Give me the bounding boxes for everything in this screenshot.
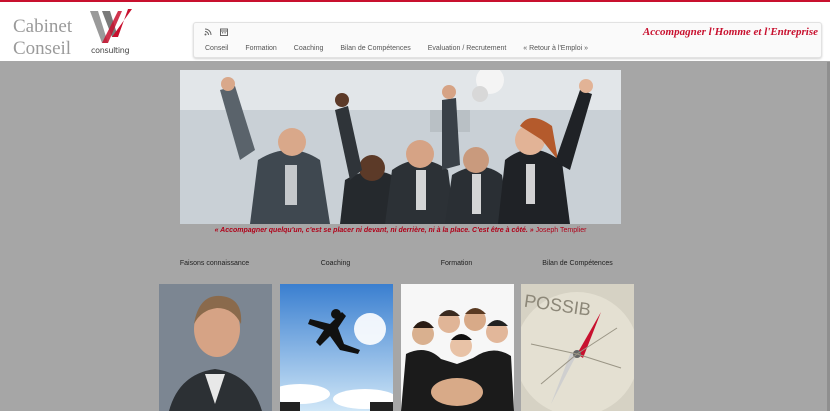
feed-icons (204, 28, 234, 38)
tile-title-formation[interactable]: Formation (400, 260, 513, 267)
hero-quote: « Accompagner quelqu'un, c'est se placer… (180, 227, 621, 234)
logo-wordmark: consulting (91, 46, 130, 55)
quote-author: Joseph Templier (535, 227, 587, 234)
menu-item-conseil[interactable]: Conseil (205, 45, 228, 52)
tile-image-bilan[interactable]: POSSIB (521, 284, 634, 411)
rss-icon[interactable] (204, 28, 214, 38)
main-menu: Conseil Formation Coaching Bilan de Comp… (205, 45, 603, 52)
calendar-icon[interactable] (220, 28, 229, 38)
hero-image (180, 70, 621, 224)
tile-image-portrait[interactable] (159, 284, 272, 411)
tile-image-coaching[interactable] (280, 284, 393, 411)
brand-name[interactable]: Cabinet Conseil (13, 16, 72, 60)
menu-item-retour-emploi[interactable]: « Retour à l'Emploi » (523, 45, 588, 52)
menu-item-formation[interactable]: Formation (245, 45, 277, 52)
tile-title-faisons-connaissance[interactable]: Faisons connaissance (158, 260, 271, 267)
brand-line-1: Cabinet (13, 16, 73, 37)
site-tagline: Accompagner l'Homme et l'Entreprise (642, 26, 818, 38)
menu-item-bilan[interactable]: Bilan de Compétences (340, 45, 410, 52)
tile-image-formation[interactable] (401, 284, 514, 411)
brand-line-2: Conseil (13, 38, 72, 59)
tile-title-bilan[interactable]: Bilan de Compétences (521, 260, 634, 267)
menu-item-evaluation[interactable]: Evaluation / Recrutement (428, 45, 507, 52)
quote-text: « Accompagner quelqu'un, c'est se placer… (214, 227, 534, 234)
tile-title-coaching[interactable]: Coaching (279, 260, 392, 267)
site-header: Cabinet Conseil consulting Conseil Forma… (0, 2, 830, 61)
menu-item-coaching[interactable]: Coaching (294, 45, 324, 52)
